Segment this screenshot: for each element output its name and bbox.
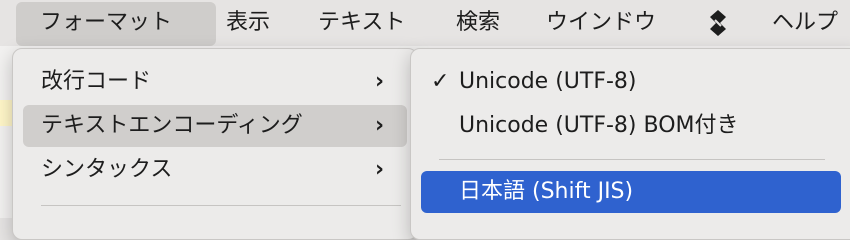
checkmark-icon: ✓ <box>431 69 450 94</box>
menu-item-label: Unicode (UTF-8) <box>459 69 637 94</box>
menu-item-text-encoding[interactable]: テキストエンコーディング › <box>23 105 407 147</box>
menu-item-label: 日本語 (Shift JIS) <box>459 179 634 204</box>
menu-item-shift-jis[interactable]: 日本語 (Shift JIS) <box>421 171 841 213</box>
editor-highlight-strip <box>0 100 12 126</box>
menu-item-label: テキストエンコーディング <box>41 113 303 138</box>
menubar-item-view[interactable]: 表示 <box>226 0 270 46</box>
menu-separator <box>439 159 825 160</box>
menubar-item-search[interactable]: 検索 <box>456 0 500 46</box>
menu-item-utf8[interactable]: ✓ Unicode (UTF-8) <box>421 61 841 103</box>
menu-item-line-endings[interactable]: 改行コード › <box>23 61 407 103</box>
menu-bar: フォーマット 表示 テキスト 検索 ウインドウ ヘルプ <box>0 0 850 46</box>
chevron-right-icon: › <box>375 113 385 138</box>
menubar-item-format[interactable]: フォーマット <box>16 2 216 46</box>
format-menu: 改行コード › テキストエンコーディング › シンタックス › <box>12 48 418 240</box>
menu-item-syntax[interactable]: シンタックス › <box>23 149 407 191</box>
menu-item-label: 改行コード <box>41 69 152 94</box>
menu-item-label: Unicode (UTF-8) BOM付き <box>459 113 739 138</box>
script-app-icon[interactable] <box>704 8 732 38</box>
menu-item-label: シンタックス <box>41 157 173 182</box>
menu-separator <box>41 205 401 206</box>
menubar-item-help[interactable]: ヘルプ <box>772 0 838 46</box>
text-encoding-submenu: ✓ Unicode (UTF-8) Unicode (UTF-8) BOM付き … <box>410 48 850 240</box>
chevron-right-icon: › <box>375 157 385 182</box>
menu-item-utf8-bom[interactable]: Unicode (UTF-8) BOM付き <box>421 105 841 147</box>
menubar-item-window[interactable]: ウインドウ <box>546 0 656 46</box>
chevron-right-icon: › <box>375 69 385 94</box>
menubar-item-text[interactable]: テキスト <box>318 0 405 46</box>
